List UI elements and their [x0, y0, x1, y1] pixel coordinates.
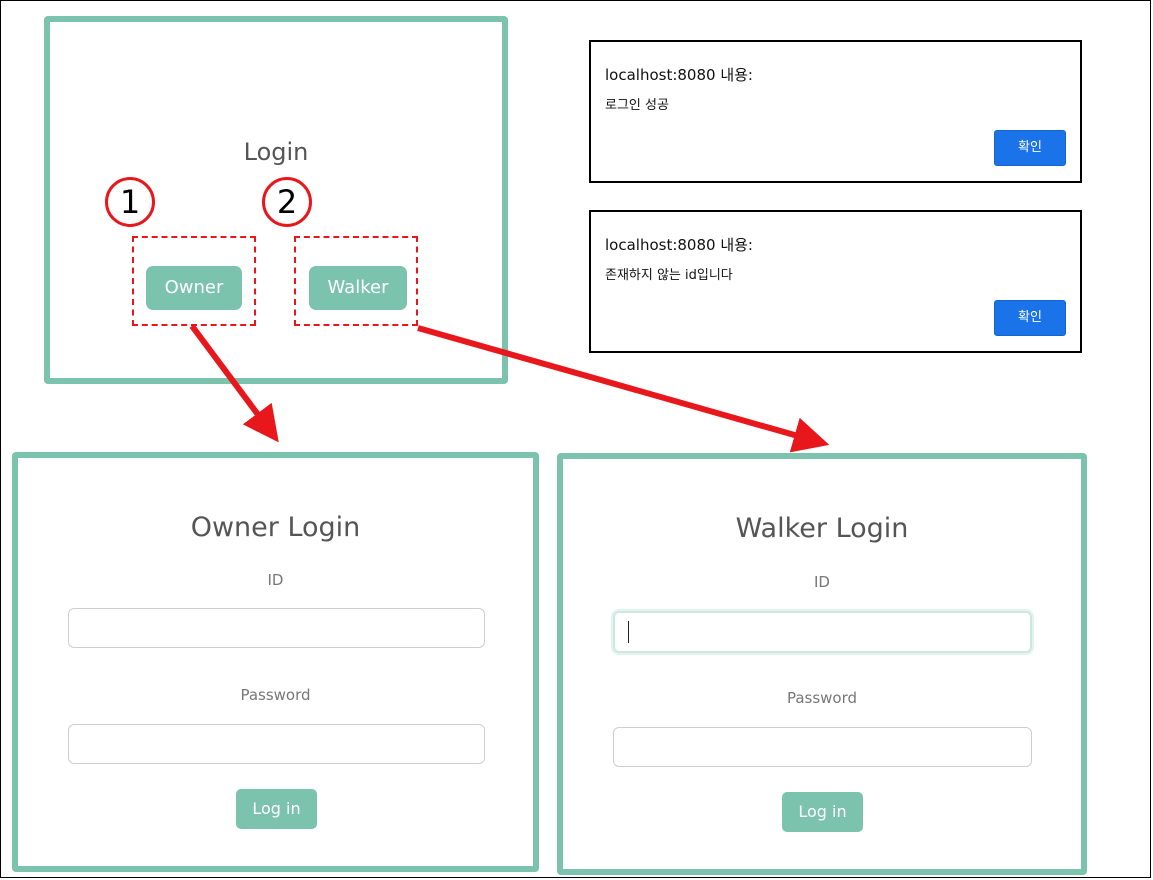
owner-login-title: Owner Login — [190, 512, 361, 543]
alert-dialog-success: localhost:8080 내용: 로그인 성공 확인 — [589, 40, 1082, 183]
walker-id-label: ID — [814, 573, 830, 591]
owner-login-submit-button[interactable]: Log in — [236, 789, 317, 829]
owner-password-label: Password — [240, 686, 311, 704]
owner-id-input[interactable] — [68, 608, 485, 648]
arrow-to-owner-login — [189, 324, 279, 443]
owner-password-input[interactable] — [68, 724, 485, 764]
walker-password-input[interactable] — [613, 727, 1032, 767]
walker-id-input[interactable] — [613, 611, 1032, 653]
walker-login-submit-button[interactable]: Log in — [782, 792, 863, 832]
walker-password-label: Password — [786, 689, 858, 707]
dialog-message: 로그인 성공 — [605, 98, 669, 113]
dialog-ok-button[interactable]: 확인 — [994, 130, 1066, 166]
alert-dialog-error: localhost:8080 내용: 존재하지 않는 id입니다 확인 — [589, 210, 1082, 353]
walker-login-title: Walker Login — [735, 513, 909, 544]
text-caret — [628, 621, 629, 643]
walker-login-panel: Walker Login ID Password Log in — [557, 453, 1087, 875]
dialog-host: localhost:8080 내용: — [605, 66, 753, 84]
dialog-message: 존재하지 않는 id입니다 — [605, 268, 733, 283]
owner-id-label: ID — [267, 571, 284, 589]
owner-login-panel: Owner Login ID Password Log in — [12, 452, 539, 872]
dialog-host: localhost:8080 내용: — [605, 236, 753, 254]
dialog-ok-button[interactable]: 확인 — [994, 300, 1066, 336]
